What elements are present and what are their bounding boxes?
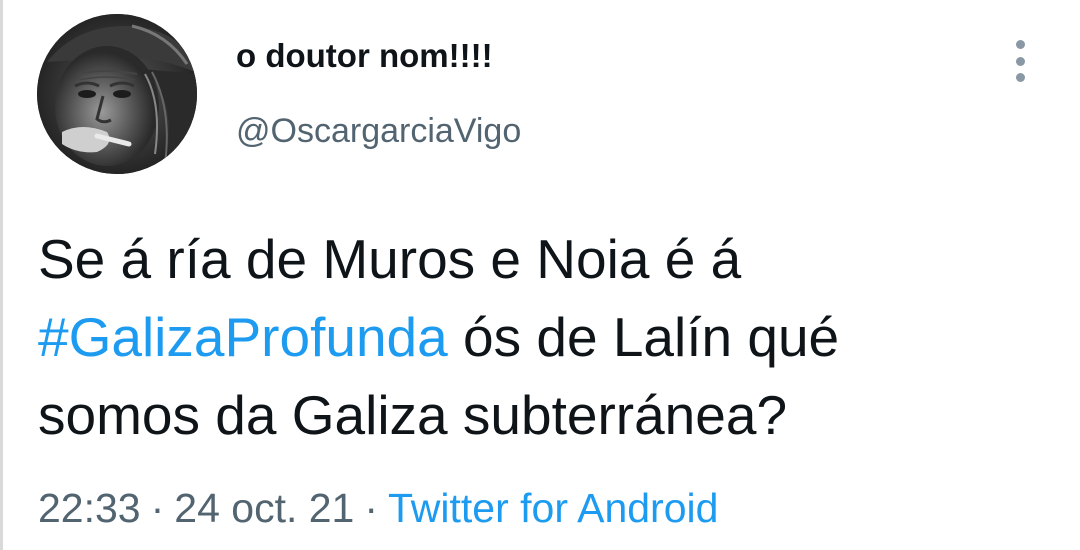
display-name[interactable]: o doutor nom!!!! (236, 37, 493, 75)
separator: · (364, 485, 378, 531)
tweet-text-line-3: somos da Galiza subterránea? (38, 384, 788, 446)
user-handle[interactable]: @OscargarciaVigo (236, 112, 521, 151)
tweet-metadata: 22:33 · 24 oct. 21 · Twitter for Android (38, 485, 718, 532)
hashtag-link[interactable]: #GalizaProfunda (38, 306, 448, 368)
tweet-text-line-2: #GalizaProfunda ós de Lalín qué (38, 298, 1058, 376)
tweet-card: o doutor nom!!!! @OscargarciaVigo Se á r… (0, 0, 1080, 550)
avatar[interactable] (37, 14, 197, 174)
more-vertical-icon-dot (1015, 73, 1025, 82)
left-border (0, 0, 3, 550)
tweet-text-line-2-rest: ós de Lalín qué (447, 306, 840, 368)
separator: · (150, 485, 165, 531)
avatar-image (37, 14, 197, 174)
more-vertical-icon (1015, 40, 1025, 49)
tweet-date[interactable]: 24 oct. 21 (174, 485, 354, 531)
tweet-time[interactable]: 22:33 (38, 485, 141, 531)
tweet-text: Se á ría de Muros e Noia é á #GalizaProf… (38, 220, 1058, 454)
more-options-button[interactable] (1004, 36, 1036, 86)
tweet-source-link[interactable]: Twitter for Android (388, 485, 718, 531)
more-vertical-icon-dot (1015, 56, 1025, 66)
tweet-text-line-1: Se á ría de Muros e Noia é á (38, 228, 742, 290)
